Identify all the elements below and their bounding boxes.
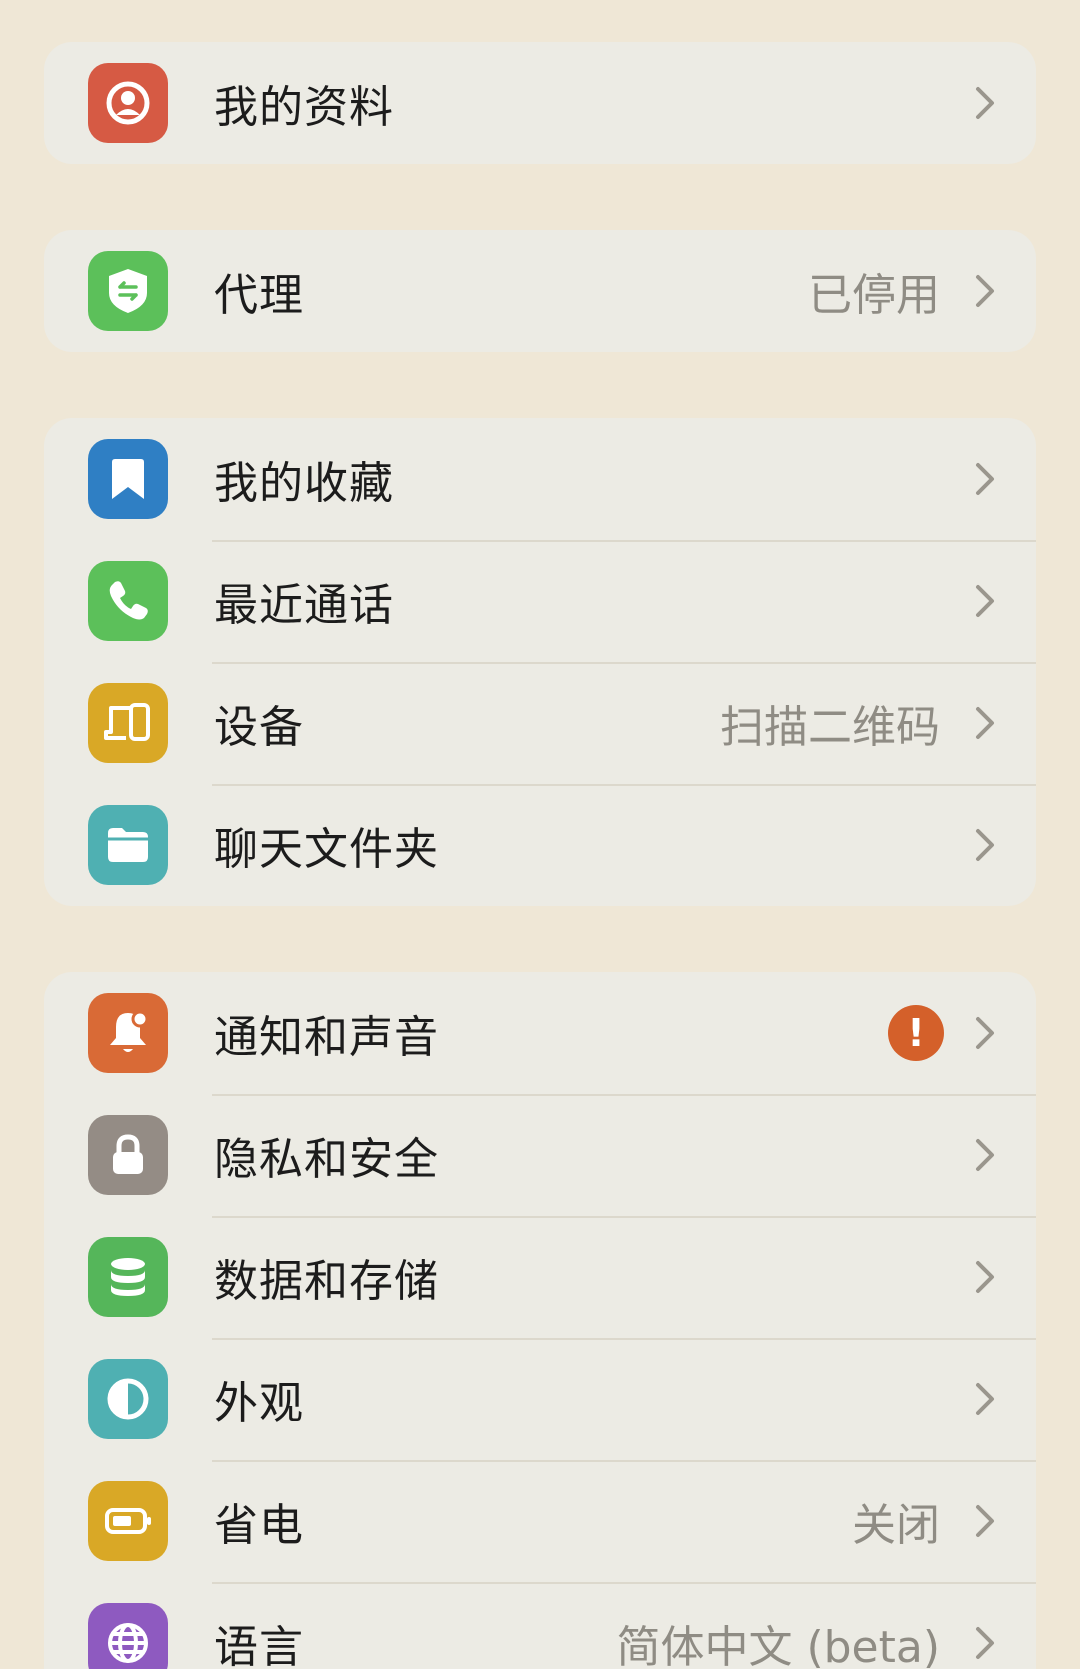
row-label: 聊天文件夹 xyxy=(214,824,439,875)
row-value: 已停用 xyxy=(808,270,940,321)
appearance-icon xyxy=(88,1359,168,1439)
menu-row-saved-messages[interactable]: 我的收藏 xyxy=(44,418,1036,540)
globe-icon xyxy=(88,1603,168,1669)
menu-row-language[interactable]: 语言 简体中文 (beta) xyxy=(44,1582,1036,1669)
chevron-right-icon xyxy=(976,1383,994,1415)
chevron-right-icon xyxy=(976,1505,994,1537)
row-label: 代理 xyxy=(214,270,304,321)
row-value: 扫描二维码 xyxy=(720,702,940,753)
chevron-right-icon xyxy=(976,585,994,617)
row-label: 通知和声音 xyxy=(214,1012,439,1063)
chevron-right-icon xyxy=(976,463,994,495)
proxy-shield-icon xyxy=(88,251,168,331)
row-label: 语言 xyxy=(214,1622,304,1669)
group-saved-calls-devices: 我的收藏 最近通话 设备 扫描二维码 聊天文件夹 xyxy=(44,418,1036,906)
devices-icon xyxy=(88,683,168,763)
row-label: 数据和存储 xyxy=(214,1256,439,1307)
database-icon xyxy=(88,1237,168,1317)
menu-row-proxy[interactable]: 代理 已停用 xyxy=(44,230,1036,352)
row-value: 简体中文 (beta) xyxy=(616,1622,940,1669)
lock-icon xyxy=(88,1115,168,1195)
battery-icon xyxy=(88,1481,168,1561)
group-profile: 我的资料 xyxy=(44,42,1036,164)
menu-row-devices[interactable]: 设备 扫描二维码 xyxy=(44,662,1036,784)
folder-icon xyxy=(88,805,168,885)
row-label: 省电 xyxy=(214,1500,304,1551)
chevron-right-icon xyxy=(976,1627,994,1659)
group-proxy: 代理 已停用 xyxy=(44,230,1036,352)
phone-icon xyxy=(88,561,168,641)
menu-row-my-profile[interactable]: 我的资料 xyxy=(44,42,1036,164)
chevron-right-icon xyxy=(976,1017,994,1049)
bell-icon xyxy=(88,993,168,1073)
warning-badge: ! xyxy=(888,1005,944,1061)
chevron-right-icon xyxy=(976,1139,994,1171)
group-settings: 通知和声音 ! 隐私和安全 数据和存储 外观 省电 关闭 语言 简体中文 (be… xyxy=(44,972,1036,1669)
row-label: 外观 xyxy=(214,1378,304,1429)
chevron-right-icon xyxy=(976,275,994,307)
chevron-right-icon xyxy=(976,829,994,861)
chevron-right-icon xyxy=(976,707,994,739)
bookmark-icon xyxy=(88,439,168,519)
row-value: 关闭 xyxy=(852,1500,940,1551)
menu-row-appearance[interactable]: 外观 xyxy=(44,1338,1036,1460)
chevron-right-icon xyxy=(976,87,994,119)
row-label: 我的资料 xyxy=(214,82,394,133)
row-label: 隐私和安全 xyxy=(214,1134,439,1185)
menu-row-notifications[interactable]: 通知和声音 ! xyxy=(44,972,1036,1094)
profile-icon xyxy=(88,63,168,143)
menu-row-recent-calls[interactable]: 最近通话 xyxy=(44,540,1036,662)
row-label: 设备 xyxy=(214,702,304,753)
menu-row-data-storage[interactable]: 数据和存储 xyxy=(44,1216,1036,1338)
row-label: 最近通话 xyxy=(214,580,394,631)
chevron-right-icon xyxy=(976,1261,994,1293)
menu-row-privacy-security[interactable]: 隐私和安全 xyxy=(44,1094,1036,1216)
row-label: 我的收藏 xyxy=(214,458,394,509)
menu-row-chat-folders[interactable]: 聊天文件夹 xyxy=(44,784,1036,906)
menu-row-power-saving[interactable]: 省电 关闭 xyxy=(44,1460,1036,1582)
